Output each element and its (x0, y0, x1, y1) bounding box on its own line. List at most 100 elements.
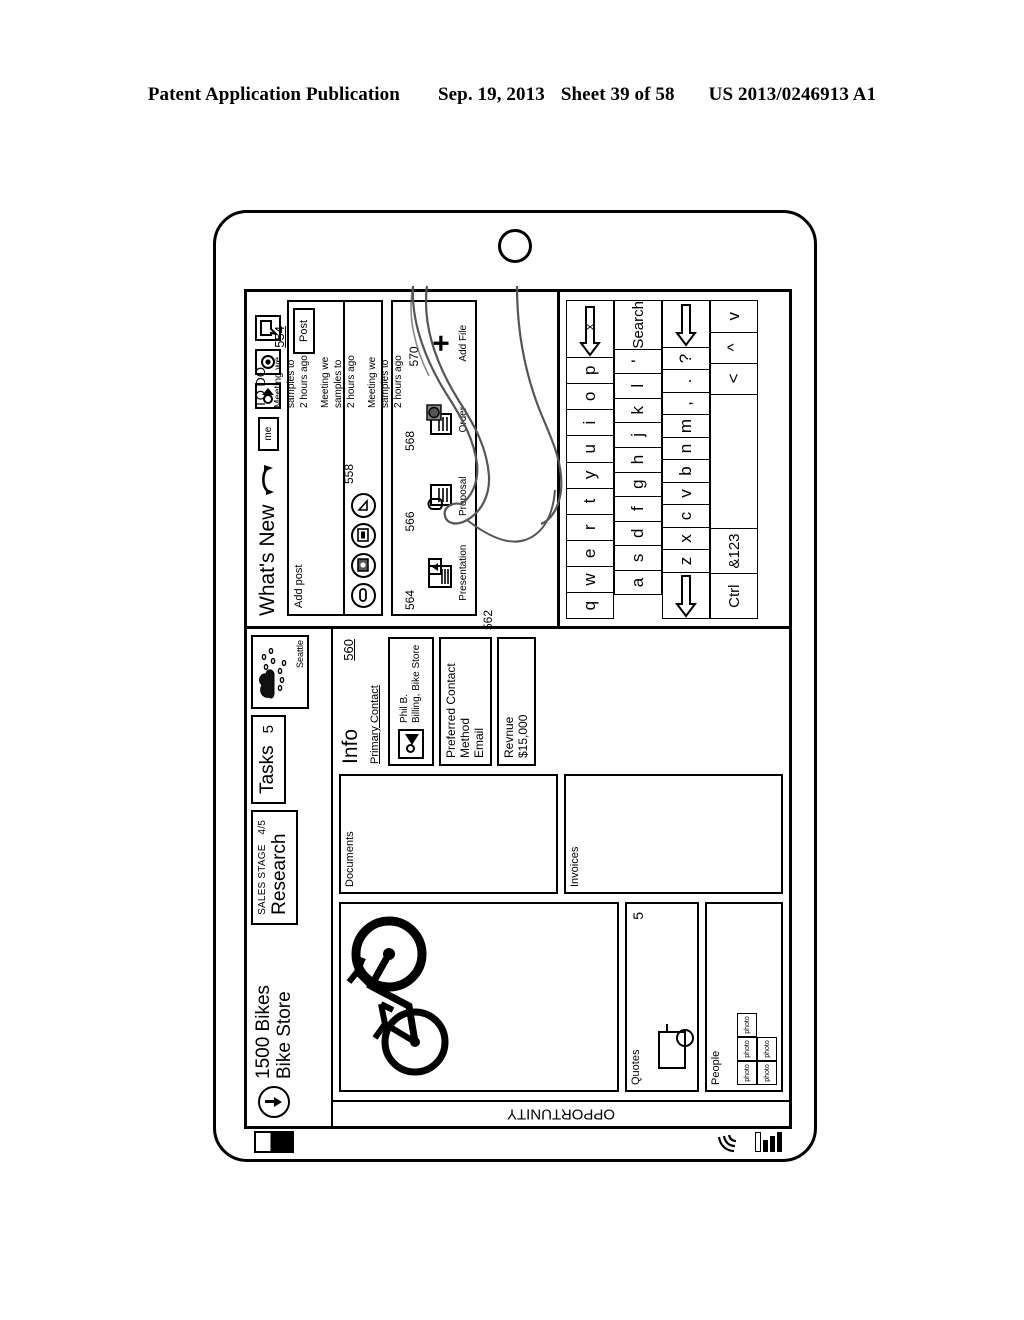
key-b[interactable]: b (662, 459, 710, 483)
tablet-figure: 1500 Bikes Bike Store SALES STAGE 4/5 Re… (213, 210, 817, 1162)
refresh-icon[interactable] (255, 463, 281, 497)
ctrl-key[interactable]: Ctrl (710, 572, 758, 620)
bicycle-illustration (339, 902, 619, 1092)
revenue-label: Revnue (502, 716, 516, 758)
file-order[interactable]: 568 Order (403, 389, 469, 451)
file-presentation[interactable]: 564 Presentation (403, 542, 469, 610)
file-order-label: Order (458, 406, 469, 433)
key-comma[interactable]: , (662, 391, 710, 416)
key-q[interactable]: q (566, 591, 614, 620)
backspace-key[interactable]: X (566, 299, 614, 358)
key-r[interactable]: r (566, 513, 614, 542)
key-e[interactable]: e (566, 539, 614, 568)
key-m[interactable]: m (662, 414, 710, 438)
add-post-input[interactable]: Add post (293, 565, 305, 608)
key-t[interactable]: t (566, 487, 614, 515)
ref-554: 554 (272, 326, 287, 348)
onscreen-keyboard: q w e r t y u i o p X a s d f g h j k l … (557, 292, 789, 626)
key-l[interactable]: l (614, 372, 662, 399)
tasks-card[interactable]: Tasks 5 (251, 715, 286, 804)
key-i[interactable]: i (566, 408, 614, 437)
sales-stage-card[interactable]: SALES STAGE 4/5 Research (251, 809, 298, 925)
add-post-card: 554 Add post Post 558 (272, 300, 383, 616)
ref-570: 570 (407, 346, 421, 367)
weather-widget[interactable]: Seattle (251, 635, 309, 709)
add-file-label: Add File (458, 324, 469, 362)
app-body: 1500 Bikes Bike Store SALES STAGE 4/5 Re… (247, 286, 789, 1126)
person-icon[interactable] (255, 382, 281, 409)
me-filter-chip[interactable]: me (257, 416, 279, 451)
up-arrow-key[interactable]: ^ (710, 331, 758, 364)
space-key[interactable] (710, 393, 758, 530)
key-y[interactable]: y (566, 461, 614, 489)
key-v[interactable]: v (662, 481, 710, 506)
header-right-group: SALES STAGE 4/5 Research Tasks 5 Seattle (251, 635, 309, 925)
attachment-icon[interactable] (350, 583, 376, 608)
left-arrow-key[interactable]: < (710, 362, 758, 395)
key-a[interactable]: a (614, 569, 662, 596)
card-icon[interactable] (350, 523, 376, 548)
tile-quotes[interactable]: Quotes 5 (625, 902, 699, 1092)
signal-bars-icon (748, 1132, 782, 1152)
weather-city: Seattle (295, 640, 305, 669)
primary-contact-card[interactable]: Phil B. Billing, Bike Store (388, 637, 434, 766)
opportunity-tab[interactable]: OPPORTUNITY (333, 1100, 789, 1126)
proposal-file-icon (425, 479, 455, 513)
key-g[interactable]: g (614, 471, 662, 498)
ref-560: 560 (341, 639, 356, 661)
tile-invoices[interactable]: Invoices (564, 774, 783, 894)
sheet-number: Sheet 39 of 58 (560, 84, 675, 105)
photo-cell: photo (757, 1061, 777, 1085)
key-question[interactable]: ? (662, 346, 710, 371)
shift-key-left[interactable] (662, 571, 710, 620)
key-j[interactable]: j (614, 421, 662, 448)
svg-text:X: X (585, 323, 597, 331)
chart-icon[interactable] (350, 493, 376, 518)
add-file-button[interactable]: 570 + Add File (407, 312, 469, 375)
key-s[interactable]: s (614, 544, 662, 571)
key-x[interactable]: x (662, 526, 710, 551)
key-w[interactable]: w (566, 565, 614, 594)
primary-contact-label: Primary Contact (369, 685, 381, 764)
home-button[interactable] (498, 229, 532, 263)
photo-icon[interactable] (350, 553, 376, 578)
key-k[interactable]: k (614, 397, 662, 424)
key-h[interactable]: h (614, 446, 662, 473)
tile-people[interactable]: People photo photo photo photo photo (705, 902, 783, 1092)
key-z[interactable]: z (662, 549, 710, 573)
photo-cell-empty (757, 1013, 777, 1037)
opportunity-section: OPPORTUNITY Quotes 5 People photo photo … (333, 629, 789, 1126)
key-apostrophe[interactable]: ' (614, 348, 662, 375)
whats-new-section: TO DO Meeting we samples to 2 hours ago … (247, 286, 789, 630)
ref-568: 568 (403, 430, 417, 451)
key-f[interactable]: f (614, 495, 662, 522)
down-arrow-key[interactable]: v (710, 299, 758, 333)
quote-document-icon (658, 1024, 694, 1069)
key-o[interactable]: o (566, 382, 614, 411)
keyboard-row-4: Ctrl &123 < ^ v (710, 299, 758, 620)
key-c[interactable]: c (662, 504, 710, 528)
record-circle-icon[interactable] (255, 348, 281, 375)
key-period[interactable]: . (662, 369, 710, 393)
preferred-contact-method-value: Email (472, 727, 486, 758)
key-n[interactable]: n (662, 436, 710, 461)
numbers-key[interactable]: &123 (710, 527, 758, 575)
file-proposal[interactable]: 566 Proposal (403, 465, 469, 532)
key-d[interactable]: d (614, 520, 662, 547)
key-u[interactable]: u (566, 434, 614, 463)
key-p[interactable]: p (566, 356, 614, 385)
tile-documents[interactable]: Documents (339, 774, 558, 894)
patent-number: US 2013/0246913 A1 (708, 84, 877, 105)
tile-quotes-label: Quotes (630, 1049, 642, 1085)
order-file-icon (425, 403, 455, 437)
account-name-line1: 1500 Bikes (253, 984, 274, 1079)
post-button[interactable]: Post (293, 308, 315, 355)
shift-key-right[interactable] (662, 300, 710, 348)
person-avatar-icon (398, 729, 424, 759)
file-proposal-label: Proposal (458, 476, 469, 516)
download-arrow-icon[interactable] (258, 1086, 291, 1118)
media-column: Quotes 5 People photo photo photo photo … (339, 902, 783, 1092)
search-key[interactable]: Search (614, 300, 662, 350)
revenue-field[interactable]: Revnue $15,000 (497, 637, 536, 766)
preferred-contact-method-field[interactable]: Preferred Contact Method Email (439, 637, 492, 766)
